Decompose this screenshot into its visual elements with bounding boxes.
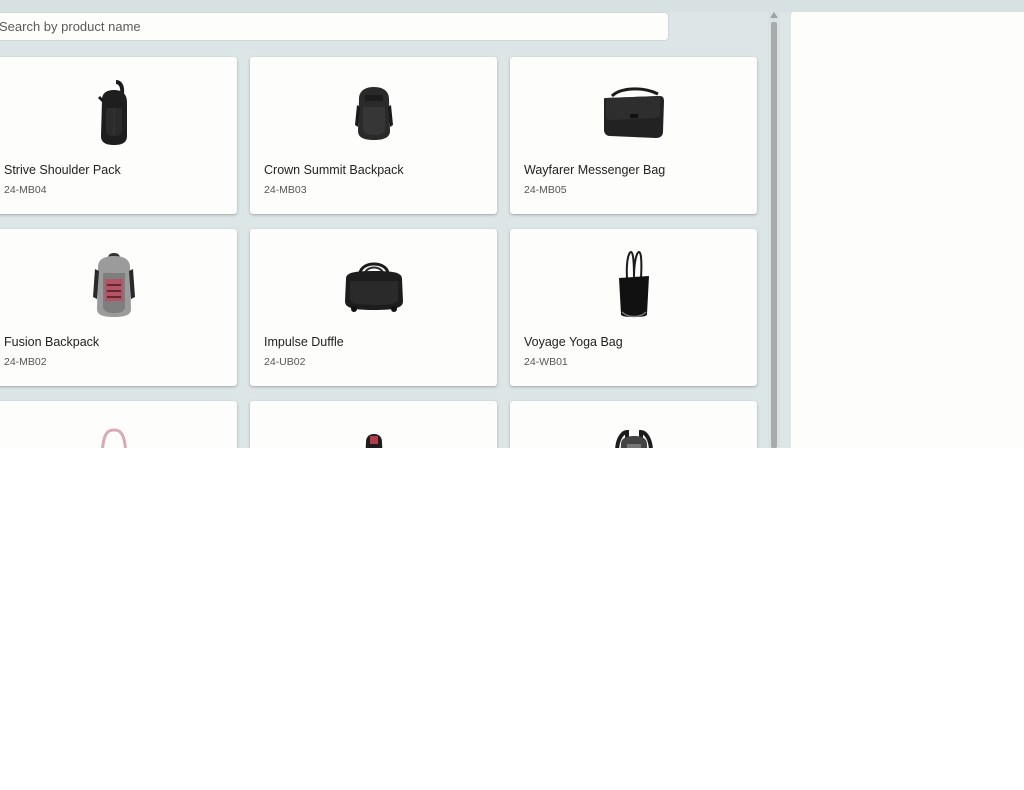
search-input[interactable] bbox=[0, 13, 668, 40]
product-card[interactable] bbox=[0, 401, 237, 448]
scroll-up-arrow-icon[interactable] bbox=[770, 12, 778, 18]
messenger-bag-image bbox=[603, 87, 664, 138]
product-image bbox=[510, 419, 757, 448]
product-card[interactable] bbox=[250, 401, 497, 448]
product-browser: Strive Shoulder Pack 24-MB04 Crown Summi… bbox=[0, 0, 1024, 448]
product-sku: 24-MB05 bbox=[524, 184, 567, 196]
product-image bbox=[0, 247, 237, 323]
product-name: Voyage Yoga Bag bbox=[524, 335, 623, 349]
duffle-bag-image bbox=[344, 262, 403, 312]
product-name: Wayfarer Messenger Bag bbox=[524, 163, 666, 177]
product-name: Crown Summit Backpack bbox=[264, 163, 404, 177]
product-card[interactable]: Wayfarer Messenger Bag 24-MB05 bbox=[510, 57, 757, 214]
side-panel bbox=[791, 12, 1024, 448]
backpack-image bbox=[365, 434, 382, 448]
product-sku: 24-MB04 bbox=[4, 184, 47, 196]
product-card[interactable] bbox=[510, 401, 757, 448]
product-name: Impulse Duffle bbox=[264, 335, 344, 349]
sling-backpack-image bbox=[97, 80, 127, 145]
product-card[interactable]: Fusion Backpack 24-MB02 bbox=[0, 229, 237, 386]
product-card[interactable]: Voyage Yoga Bag 24-WB01 bbox=[510, 229, 757, 386]
product-name: Strive Shoulder Pack bbox=[4, 163, 121, 177]
top-strip bbox=[0, 0, 1024, 12]
product-name: Fusion Backpack bbox=[4, 335, 100, 349]
product-sku: 24-UB02 bbox=[264, 356, 306, 368]
product-image bbox=[250, 247, 497, 323]
search-box[interactable] bbox=[0, 12, 669, 41]
scrollbar-thumb[interactable] bbox=[771, 22, 777, 448]
product-image bbox=[510, 75, 757, 151]
product-card[interactable]: Crown Summit Backpack 24-MB03 bbox=[250, 57, 497, 214]
backpack-image bbox=[614, 429, 653, 448]
backpack-image bbox=[354, 87, 393, 140]
product-sku: 24-MB02 bbox=[4, 356, 47, 368]
pink-bag-image bbox=[100, 428, 127, 448]
product-card[interactable]: Impulse Duffle 24-UB02 bbox=[250, 229, 497, 386]
product-image bbox=[510, 247, 757, 323]
product-image bbox=[250, 419, 497, 448]
product-card[interactable]: Strive Shoulder Pack 24-MB04 bbox=[0, 57, 237, 214]
tote-bag-image bbox=[618, 250, 649, 318]
product-sku: 24-WB01 bbox=[524, 356, 568, 368]
product-image bbox=[250, 75, 497, 151]
product-sku: 24-MB03 bbox=[264, 184, 307, 196]
product-image bbox=[0, 419, 237, 448]
vertical-scrollbar[interactable] bbox=[768, 12, 780, 448]
product-image bbox=[0, 75, 237, 151]
backpack-image bbox=[92, 253, 135, 317]
